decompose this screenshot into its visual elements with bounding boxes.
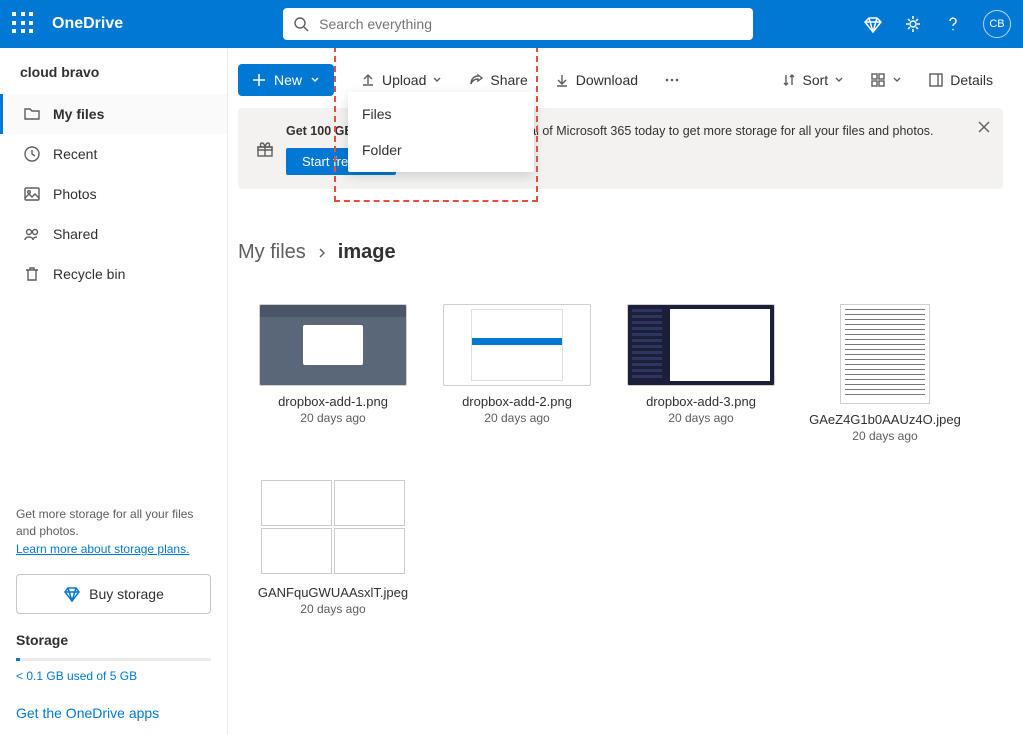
- storage-used-link[interactable]: < 0.1 GB used of 5 GB: [16, 669, 211, 683]
- top-bar: OneDrive CB: [0, 0, 1023, 48]
- share-icon: [468, 72, 484, 88]
- diamond-icon: [63, 585, 81, 603]
- sidebar-item-label: Recent: [53, 146, 97, 162]
- sidebar-item-photos[interactable]: Photos: [0, 174, 227, 214]
- sidebar-item-label: My files: [53, 106, 104, 122]
- breadcrumb: My files image: [238, 241, 1003, 264]
- chevron-down-icon: [892, 75, 902, 85]
- sidebar-item-my-files[interactable]: My files: [0, 94, 227, 134]
- search-box[interactable]: [283, 8, 753, 40]
- clock-icon: [23, 145, 41, 163]
- chevron-down-icon: [432, 75, 442, 85]
- chevron-down-icon: [310, 75, 320, 85]
- storage-heading: Storage: [16, 632, 211, 648]
- file-item[interactable]: GANFquGWUAAsxlT.jpeg 20 days ago: [248, 477, 418, 616]
- download-button[interactable]: Download: [544, 64, 648, 96]
- people-icon: [23, 225, 41, 243]
- file-name: dropbox-add-1.png: [248, 394, 418, 409]
- search-input[interactable]: [283, 8, 753, 40]
- chevron-right-icon: [316, 247, 328, 259]
- file-time: 20 days ago: [432, 411, 602, 425]
- gift-icon: [256, 140, 274, 158]
- premium-icon[interactable]: [863, 14, 883, 34]
- grid-view-icon: [870, 72, 886, 88]
- file-thumbnail: [627, 304, 775, 386]
- ellipsis-icon: [664, 72, 680, 88]
- sort-icon: [781, 72, 797, 88]
- get-apps-link[interactable]: Get the OneDrive apps: [16, 705, 211, 721]
- sidebar-item-label: Shared: [53, 226, 98, 242]
- storage-plans-link[interactable]: Learn more about storage plans.: [16, 542, 189, 556]
- close-icon[interactable]: [977, 120, 991, 134]
- trash-icon: [23, 265, 41, 283]
- file-grid: dropbox-add-1.png 20 days ago dropbox-ad…: [238, 304, 1003, 616]
- app-title: OneDrive: [52, 15, 123, 33]
- file-item[interactable]: dropbox-add-3.png 20 days ago: [616, 304, 786, 443]
- help-icon[interactable]: [943, 14, 963, 34]
- user-avatar[interactable]: CB: [983, 10, 1011, 38]
- account-name: cloud bravo: [0, 48, 227, 94]
- file-thumbnail: [259, 304, 407, 386]
- buy-storage-button[interactable]: Buy storage: [16, 574, 211, 614]
- sidebar-item-shared[interactable]: Shared: [0, 214, 227, 254]
- upload-dropdown: Files Folder: [348, 92, 534, 172]
- download-icon: [554, 72, 570, 88]
- sidebar-item-label: Recycle bin: [53, 266, 125, 282]
- file-thumbnail: [258, 477, 408, 577]
- sidebar-item-label: Photos: [53, 186, 97, 202]
- main-content: New Upload Share Download: [228, 48, 1023, 735]
- file-name: dropbox-add-3.png: [616, 394, 786, 409]
- folder-icon: [23, 105, 41, 123]
- view-button[interactable]: [860, 64, 912, 96]
- file-item[interactable]: dropbox-add-2.png 20 days ago: [432, 304, 602, 443]
- sidebar-item-recent[interactable]: Recent: [0, 134, 227, 174]
- file-name: dropbox-add-2.png: [432, 394, 602, 409]
- search-icon: [293, 16, 309, 32]
- file-time: 20 days ago: [800, 429, 970, 443]
- sidebar: cloud bravo My files Recent Photos Share…: [0, 48, 228, 735]
- storage-bar: [16, 658, 211, 661]
- breadcrumb-root[interactable]: My files: [238, 241, 306, 264]
- new-button[interactable]: New: [238, 64, 334, 96]
- photo-icon: [23, 185, 41, 203]
- settings-gear-icon[interactable]: [903, 14, 923, 34]
- app-launcher-icon[interactable]: [12, 12, 36, 36]
- file-time: 20 days ago: [616, 411, 786, 425]
- breadcrumb-current: image: [338, 241, 396, 264]
- file-thumbnail: [443, 304, 591, 386]
- plus-icon: [252, 73, 266, 87]
- upload-folder-item[interactable]: Folder: [348, 132, 534, 168]
- file-time: 20 days ago: [248, 602, 418, 616]
- file-name: GANFquGWUAAsxlT.jpeg: [248, 585, 418, 600]
- upload-icon: [360, 72, 376, 88]
- file-name: GAeZ4G1b0AAUz4O.jpeg: [800, 412, 970, 427]
- storage-promo-text: Get more storage for all your files and …: [16, 506, 211, 540]
- file-time: 20 days ago: [248, 411, 418, 425]
- file-item[interactable]: GAeZ4G1b0AAUz4O.jpeg 20 days ago: [800, 304, 970, 443]
- file-item[interactable]: dropbox-add-1.png 20 days ago: [248, 304, 418, 443]
- info-pane-icon: [928, 72, 944, 88]
- more-button[interactable]: [654, 64, 690, 96]
- sort-button[interactable]: Sort: [771, 64, 855, 96]
- file-thumbnail: [840, 304, 930, 404]
- upload-files-item[interactable]: Files: [348, 96, 534, 132]
- details-button[interactable]: Details: [918, 64, 1003, 96]
- chevron-down-icon: [834, 75, 844, 85]
- sidebar-item-recycle-bin[interactable]: Recycle bin: [0, 254, 227, 294]
